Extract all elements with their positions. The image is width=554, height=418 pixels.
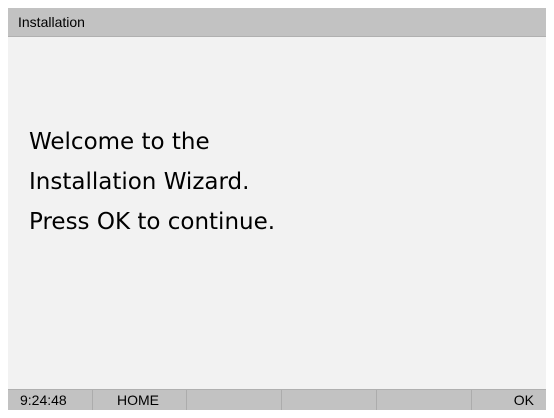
softkey-3[interactable] [187,390,282,410]
installer-screen: Installation Welcome to the Installation… [8,8,546,410]
softkey-5[interactable] [377,390,472,410]
message-line-3: Press OK to continue. [29,209,276,235]
window-title: Installation [18,14,85,30]
message-line-2: Installation Wizard. [29,169,250,195]
title-bar: Installation [8,8,546,37]
clock: 9:24:48 [8,390,93,410]
status-bar: 9:24:48 HOME OK [8,389,546,410]
welcome-message: Welcome to the Installation Wizard. Pres… [29,122,529,242]
home-button[interactable]: HOME [93,390,187,410]
message-line-1: Welcome to the [29,129,210,155]
softkey-4[interactable] [282,390,377,410]
ok-button[interactable]: OK [472,390,546,410]
